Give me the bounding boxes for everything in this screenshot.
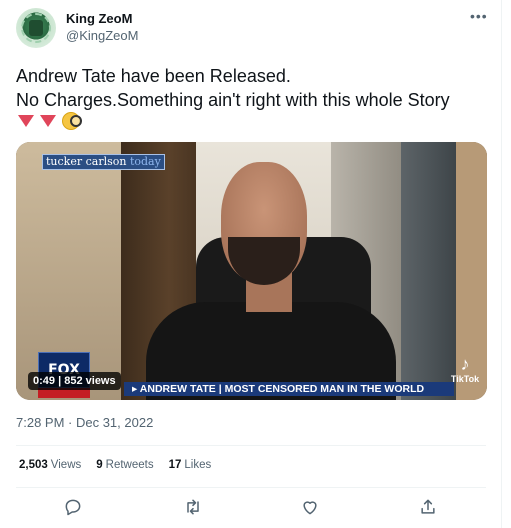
red-triangle-down-icon [18,115,34,127]
video-duration: 0:49 [33,375,56,387]
video-views: 852 views [64,375,116,387]
more-options-icon[interactable]: ••• [470,8,488,24]
tweet-text-line-2: No Charges.Something ain't right with th… [16,90,450,110]
like-icon[interactable] [300,497,322,519]
channel-tag-name: tucker carlson [46,155,127,168]
views-count: 2,503 [19,459,48,471]
tweet-emojis [18,110,82,132]
face-with-monocle-icon [62,112,82,130]
views-stat[interactable]: 2,503 Views [19,459,81,471]
tweet-text-line-1: Andrew Tate have been Released. [16,66,291,86]
reply-icon[interactable] [63,497,85,519]
tweet-card: King ZeoM @KingZeoM ••• Andrew Tate have… [0,0,502,528]
author-name[interactable]: King ZeoM [66,11,132,26]
tweet-timestamp[interactable]: 7:28 PM · Dec 31, 2022 [16,415,153,430]
retweets-stat[interactable]: 9 Retweets [96,459,153,471]
likes-stat[interactable]: 17 Likes [169,459,212,471]
tiktok-watermark-text: TikTok [450,374,480,384]
tweet-text: Andrew Tate have been Released. No Charg… [16,64,496,112]
avatar[interactable] [16,8,56,48]
video-divider: | [58,375,62,387]
views-label: Views [50,459,82,471]
channel-tag: tucker carlson today [42,154,165,170]
likes-count: 17 [168,459,182,471]
video-duration-badge: 0:49 | 852 views [28,372,121,390]
avatar-figure [29,20,43,36]
tiktok-icon: ♪ [460,354,470,374]
divider [16,487,486,488]
tweet-stats: 2,503 Views 9 Retweets 17 Likes [19,459,226,471]
share-icon[interactable] [418,497,440,519]
tiktok-watermark: ♪ TikTok [448,354,482,384]
author-handle[interactable]: @KingZeoM [66,28,138,43]
retweets-count: 9 [96,459,103,471]
likes-label: Likes [184,459,212,471]
tweet-actions [0,497,502,521]
lower-third-banner: ▸ ANDREW TATE | MOST CENSORED MAN IN THE… [124,382,454,396]
video-player[interactable]: tucker carlson today FOX ▸ ANDREW TATE |… [16,142,487,400]
divider [16,445,486,446]
retweets-label: Retweets [105,459,154,471]
channel-tag-suffix: today [129,155,161,168]
retweet-icon[interactable] [183,497,205,519]
red-triangle-down-icon [40,115,56,127]
